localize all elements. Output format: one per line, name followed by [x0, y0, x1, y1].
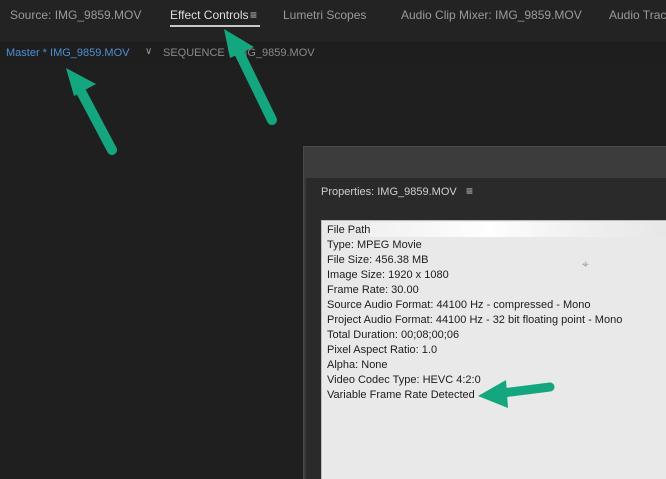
- clip-selector-bar: Master * IMG_9859.MOV ∨ SEQUENCE * IMG_9…: [0, 43, 666, 64]
- tab-audio-track[interactable]: Audio Track: [609, 8, 666, 22]
- tab-effect-controls[interactable]: Effect Controls: [170, 8, 248, 22]
- property-source-audio: Source Audio Format: 44100 Hz - compress…: [327, 299, 591, 311]
- text-cursor-icon: ⌖: [582, 257, 589, 271]
- property-pixel-aspect: Pixel Aspect Ratio: 1.0: [327, 344, 438, 356]
- property-project-audio: Project Audio Format: 44100 Hz - 32 bit …: [327, 314, 623, 326]
- panel-tab-bar: Source: IMG_9859.MOV Effect Controls ≡ L…: [0, 0, 666, 32]
- property-variable-frame-rate: Variable Frame Rate Detected: [327, 389, 475, 401]
- hamburger-menu-icon[interactable]: ≡: [250, 8, 257, 22]
- property-image-size: Image Size: 1920 x 1080: [327, 269, 449, 281]
- active-tab-indicator: [170, 25, 260, 27]
- properties-title: Properties: IMG_9859.MOV: [321, 186, 457, 198]
- property-file-size: File Size: 456.38 MB: [327, 254, 429, 266]
- master-clip-link[interactable]: Master * IMG_9859.MOV: [6, 47, 130, 59]
- property-type: Type: MPEG Movie: [327, 239, 422, 251]
- properties-panel: Properties: IMG_9859.MOV ≡ File Path Typ…: [306, 178, 666, 479]
- tab-audio-clip-mixer[interactable]: Audio Clip Mixer: IMG_9859.MOV: [401, 8, 582, 22]
- tab-lumetri-scopes[interactable]: Lumetri Scopes: [283, 8, 366, 22]
- hamburger-menu-icon[interactable]: ≡: [466, 184, 473, 198]
- chevron-down-icon[interactable]: ∨: [145, 46, 152, 57]
- premiere-effect-controls-window: Source: IMG_9859.MOV Effect Controls ≡ L…: [0, 0, 666, 479]
- dialog-title-bar[interactable]: [304, 147, 666, 178]
- property-total-duration: Total Duration: 00;08;00;06: [327, 329, 460, 341]
- property-frame-rate: Frame Rate: 30.00: [327, 284, 419, 296]
- redacted-file-path: [370, 222, 666, 237]
- properties-dialog: Properties: IMG_9859.MOV ≡ File Path Typ…: [303, 146, 666, 479]
- properties-text-box[interactable]: File Path Type: MPEG Movie File Size: 45…: [321, 220, 666, 479]
- tab-source[interactable]: Source: IMG_9859.MOV: [10, 8, 141, 22]
- property-video-codec: Video Codec Type: HEVC 4:2:0: [327, 374, 481, 386]
- sequence-clip-label[interactable]: SEQUENCE * IMG_9859.MOV: [163, 47, 315, 59]
- property-alpha: Alpha: None: [327, 359, 388, 371]
- property-file-path: File Path: [327, 224, 371, 236]
